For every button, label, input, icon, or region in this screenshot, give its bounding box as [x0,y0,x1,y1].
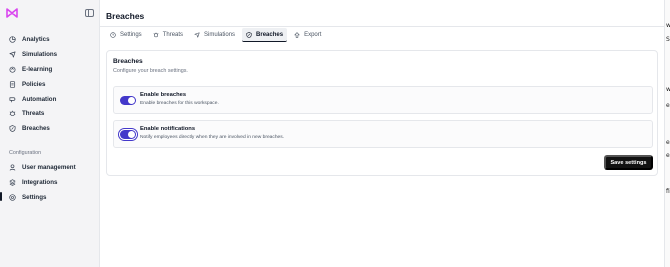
setting-description: Enable breaches for this workspace. [140,101,219,106]
edge-glyph: e [666,152,670,159]
card-title: Breaches [113,58,143,65]
settings-icon [9,193,16,201]
tab-settings[interactable]: Settings [106,28,146,42]
sidebar-item-label: Settings [22,193,47,201]
sidebar-item-label: Threats [22,109,45,117]
sidebar-item-e-learning[interactable]: E-learning [9,63,52,75]
sidebar: Analytics Simulations E-learning Policie… [0,0,100,267]
sidebar-item-threats[interactable]: Threats [9,107,44,119]
simulations-icon [194,32,200,38]
analytics-icon [9,35,16,43]
simulations-icon [9,51,16,57]
sidebar-item-label: Simulations [22,50,58,58]
setting-enable-breaches: Enable breaches Enable breaches for this… [113,86,653,114]
breaches-icon [246,31,252,38]
enable-breaches-toggle[interactable] [120,96,136,105]
tab-label: Breaches [256,31,284,38]
sidebar-item-label: Integrations [22,178,58,186]
tab-label: Simulations [204,32,236,38]
e-learning-icon [9,66,16,73]
setting-label: Enable notifications [140,126,196,132]
active-item-indicator [0,192,2,201]
sidebar-item-settings[interactable]: Settings [9,191,46,203]
edge-glyph: w [666,86,670,93]
tab-threats[interactable]: Threats [149,28,187,42]
save-settings-button[interactable]: Save settings [604,155,653,170]
card-subtitle: Configure your breach settings. [113,68,188,74]
export-icon [294,32,300,38]
brand-logo-icon[interactable] [6,8,18,18]
edge-glyph: e [666,139,670,146]
header-divider [100,26,664,27]
tab-label: Threats [162,32,184,38]
edge-glyph: S [666,36,670,43]
sidebar-item-label: E-learning [22,65,53,73]
sidebar-item-policies[interactable]: Policies [9,78,45,90]
sidebar-section-configuration: Configuration [9,150,42,156]
sidebar-item-automation[interactable]: Automation [9,93,56,105]
sidebar-item-simulations[interactable]: Simulations [9,48,57,60]
setting-enable-notifications: Enable notifications Notify employees di… [113,120,653,148]
page-title: Breaches [106,11,145,21]
main-content: Breaches Settings Threats Simulations Br… [100,0,664,267]
enable-notifications-toggle[interactable] [120,130,136,139]
tab-label: Settings [120,32,142,38]
breaches-icon [9,124,16,132]
user-management-icon [9,163,16,171]
setting-label: Enable breaches [140,92,187,98]
sidebar-item-user-management[interactable]: User management [9,161,76,173]
sidebar-item-label: Automation [22,95,57,103]
policies-icon [9,80,16,88]
sidebar-item-analytics[interactable]: Analytics [9,33,50,45]
sidebar-item-label: User management [22,163,76,171]
sidebar-item-label: Policies [22,80,46,88]
setting-description: Notify employees directly when they are … [140,135,285,140]
adjacent-window-edge: w S w e e e fi [664,0,670,267]
clock-icon [110,32,116,38]
sidebar-item-integrations[interactable]: Integrations [9,176,57,188]
automation-icon [9,96,16,102]
tab-export[interactable]: Export [290,28,325,42]
sidebar-toggle-icon[interactable] [85,9,94,17]
edge-glyph: w [666,22,670,29]
integrations-icon [9,178,16,186]
tab-bar: Settings Threats Simulations Breaches Ex… [106,28,325,44]
sidebar-item-label: Breaches [22,124,50,132]
tab-simulations[interactable]: Simulations [190,28,239,42]
threats-icon [9,110,16,116]
sidebar-item-label: Analytics [22,35,50,43]
tab-breaches[interactable]: Breaches [242,28,288,42]
tab-label: Export [304,32,322,38]
breach-settings-card: Breaches Configure your breach settings.… [106,50,658,176]
threats-icon [153,32,159,38]
edge-glyph: e [666,102,670,109]
edge-glyph: fi [666,188,670,195]
sidebar-item-breaches[interactable]: Breaches [9,122,50,134]
